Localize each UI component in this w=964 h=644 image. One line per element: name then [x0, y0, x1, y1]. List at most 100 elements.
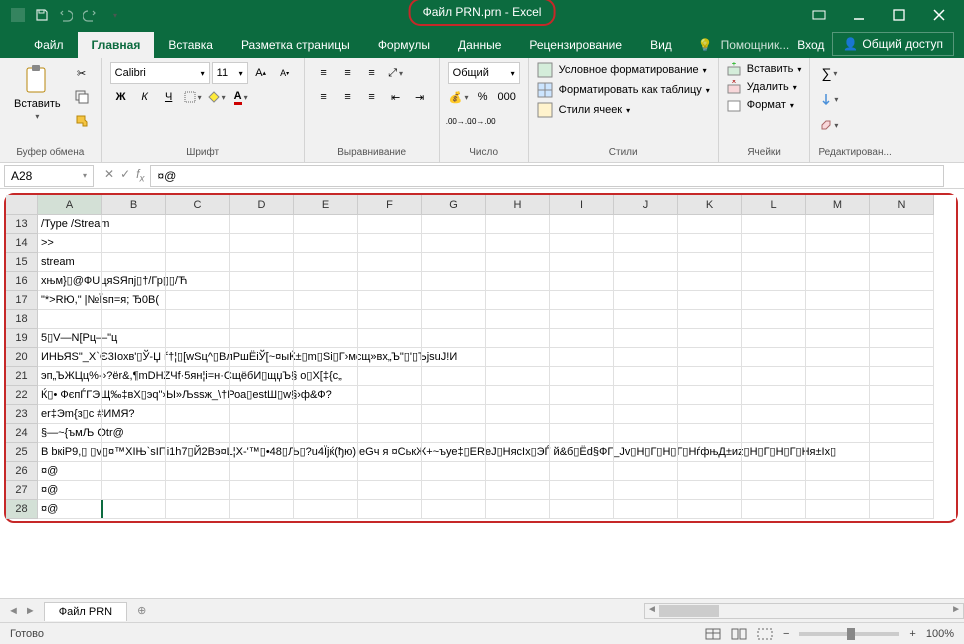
scroll-right-icon[interactable]: ►: [951, 604, 961, 615]
cell-content[interactable]: В bкiP9,▯ ▯v▯¤™ХІЊ`sІПi1h7▯Й2Вэ¤L¦X-'™▯•…: [38, 443, 934, 462]
row-header[interactable]: 21: [6, 367, 38, 386]
cell-content[interactable]: Ќ▯• ФєпЃГЭЩ‰‡вХ▯эq"›Ы»Љѕsж_\†Роа▯еѕtШ▯w§…: [38, 386, 934, 405]
column-header[interactable]: K: [678, 195, 742, 215]
sheet-nav-next-icon[interactable]: ►: [25, 605, 36, 617]
zoom-in-icon[interactable]: +: [909, 628, 915, 640]
redo-icon[interactable]: [82, 7, 98, 23]
column-header[interactable]: N: [870, 195, 934, 215]
orientation-icon[interactable]: ⤢: [385, 62, 407, 84]
cell-content[interactable]: ¤@: [38, 500, 934, 519]
zoom-level[interactable]: 100%: [926, 628, 954, 640]
zoom-thumb[interactable]: [847, 628, 855, 640]
cell-content[interactable]: хњм}▯@ФUцяSЯпj▯†/Гр▯▯/Ћ: [38, 272, 934, 291]
row-header[interactable]: 25: [6, 443, 38, 462]
cell-content[interactable]: >>: [38, 234, 934, 253]
row-header[interactable]: 17: [6, 291, 38, 310]
comma-icon[interactable]: 000: [496, 86, 518, 108]
cell-content[interactable]: [38, 310, 934, 329]
percent-icon[interactable]: %: [472, 86, 494, 108]
insert-cells-button[interactable]: +Вставить▾: [727, 62, 802, 76]
number-format-select[interactable]: Общий▾: [448, 62, 520, 84]
row-header[interactable]: 18: [6, 310, 38, 329]
align-middle-icon[interactable]: ≡: [337, 62, 359, 84]
cell-content[interactable]: /Type /Stream: [38, 215, 934, 234]
format-painter-icon[interactable]: [71, 110, 93, 132]
align-center-icon[interactable]: ≡: [337, 86, 359, 108]
tell-me-label[interactable]: Помощник...: [721, 38, 790, 52]
formula-bar[interactable]: ¤@: [150, 165, 944, 187]
border-icon[interactable]: [182, 86, 204, 108]
cell-content[interactable]: §—~{ъмЉ Otr@: [38, 424, 934, 443]
signin-link[interactable]: Вход: [797, 38, 824, 52]
row-header[interactable]: 24: [6, 424, 38, 443]
align-bottom-icon[interactable]: ≡: [361, 62, 383, 84]
column-header[interactable]: L: [742, 195, 806, 215]
horizontal-scrollbar[interactable]: ◄ ►: [644, 603, 964, 619]
underline-icon[interactable]: Ч: [158, 86, 180, 108]
new-sheet-icon[interactable]: ⊕: [127, 604, 156, 617]
undo-icon[interactable]: [58, 7, 74, 23]
view-page-layout-icon[interactable]: [731, 628, 747, 640]
font-color-icon[interactable]: A: [230, 86, 252, 108]
spreadsheet-grid[interactable]: ABCDEFGHIJKLMN13/Type /Stream14>>15strea…: [6, 195, 956, 519]
tab-data[interactable]: Данные: [444, 32, 515, 58]
column-header[interactable]: H: [486, 195, 550, 215]
paste-button[interactable]: Вставить ▾: [8, 62, 67, 123]
column-header[interactable]: A: [38, 195, 102, 215]
cell-content[interactable]: er‡Эm{з▯с #ИМЯ?: [38, 405, 934, 424]
column-header[interactable]: J: [614, 195, 678, 215]
format-cells-button[interactable]: Формат▾: [727, 98, 794, 112]
zoom-slider[interactable]: [799, 632, 899, 636]
save-icon[interactable]: [34, 7, 50, 23]
tell-me-icon[interactable]: 💡: [698, 38, 713, 52]
view-normal-icon[interactable]: [705, 628, 721, 640]
row-header[interactable]: 22: [6, 386, 38, 405]
copy-icon[interactable]: [71, 86, 93, 108]
fill-icon[interactable]: [818, 88, 840, 110]
tab-page-layout[interactable]: Разметка страницы: [227, 32, 364, 58]
column-header[interactable]: M: [806, 195, 870, 215]
increase-indent-icon[interactable]: ⇥: [409, 86, 431, 108]
row-header[interactable]: 26: [6, 462, 38, 481]
scroll-left-icon[interactable]: ◄: [647, 604, 657, 615]
cell-content[interactable]: эп„ЪЖЦц%-›?ёr&,¶mDHZЧf·5ян¦і=н·СщёбИ▯щџЪ…: [38, 367, 934, 386]
cell-content[interactable]: "*>RЮ," |№Ïsп=я; Ђ0В(: [38, 291, 934, 310]
row-header[interactable]: 28: [6, 500, 38, 519]
increase-decimal-icon[interactable]: .00→.0: [448, 110, 470, 132]
column-header[interactable]: D: [230, 195, 294, 215]
clear-icon[interactable]: [818, 114, 840, 136]
row-header[interactable]: 27: [6, 481, 38, 500]
tab-home[interactable]: Главная: [78, 32, 155, 58]
cancel-formula-icon[interactable]: ✕: [104, 167, 114, 184]
row-header[interactable]: 13: [6, 215, 38, 234]
zoom-out-icon[interactable]: −: [783, 628, 789, 640]
format-as-table-button[interactable]: Форматировать как таблицу▾: [537, 82, 710, 98]
row-header[interactable]: 15: [6, 253, 38, 272]
view-page-break-icon[interactable]: [757, 628, 773, 640]
delete-cells-button[interactable]: ×Удалить▾: [727, 80, 797, 94]
row-header[interactable]: 14: [6, 234, 38, 253]
tab-view[interactable]: Вид: [636, 32, 686, 58]
font-size-select[interactable]: 11▾: [212, 62, 248, 84]
close-icon[interactable]: [929, 5, 949, 25]
align-left-icon[interactable]: ≡: [313, 86, 335, 108]
cell-styles-button[interactable]: Стили ячеек▾: [537, 102, 631, 118]
align-top-icon[interactable]: ≡: [313, 62, 335, 84]
decrease-indent-icon[interactable]: ⇤: [385, 86, 407, 108]
font-name-select[interactable]: Calibri▾: [110, 62, 210, 84]
increase-font-icon[interactable]: A▴: [250, 62, 272, 84]
column-header[interactable]: I: [550, 195, 614, 215]
row-header[interactable]: 16: [6, 272, 38, 291]
tab-formulas[interactable]: Формулы: [364, 32, 444, 58]
decrease-font-icon[interactable]: A▾: [274, 62, 296, 84]
cell-content[interactable]: ¤@: [38, 481, 934, 500]
align-right-icon[interactable]: ≡: [361, 86, 383, 108]
row-header[interactable]: 23: [6, 405, 38, 424]
row-header[interactable]: 19: [6, 329, 38, 348]
cut-icon[interactable]: ✂: [71, 62, 93, 84]
scroll-thumb[interactable]: [659, 605, 719, 617]
qa-customize-icon[interactable]: [106, 7, 122, 23]
column-header[interactable]: F: [358, 195, 422, 215]
accounting-format-icon[interactable]: 💰: [448, 86, 470, 108]
cell-content[interactable]: stream: [38, 253, 934, 272]
